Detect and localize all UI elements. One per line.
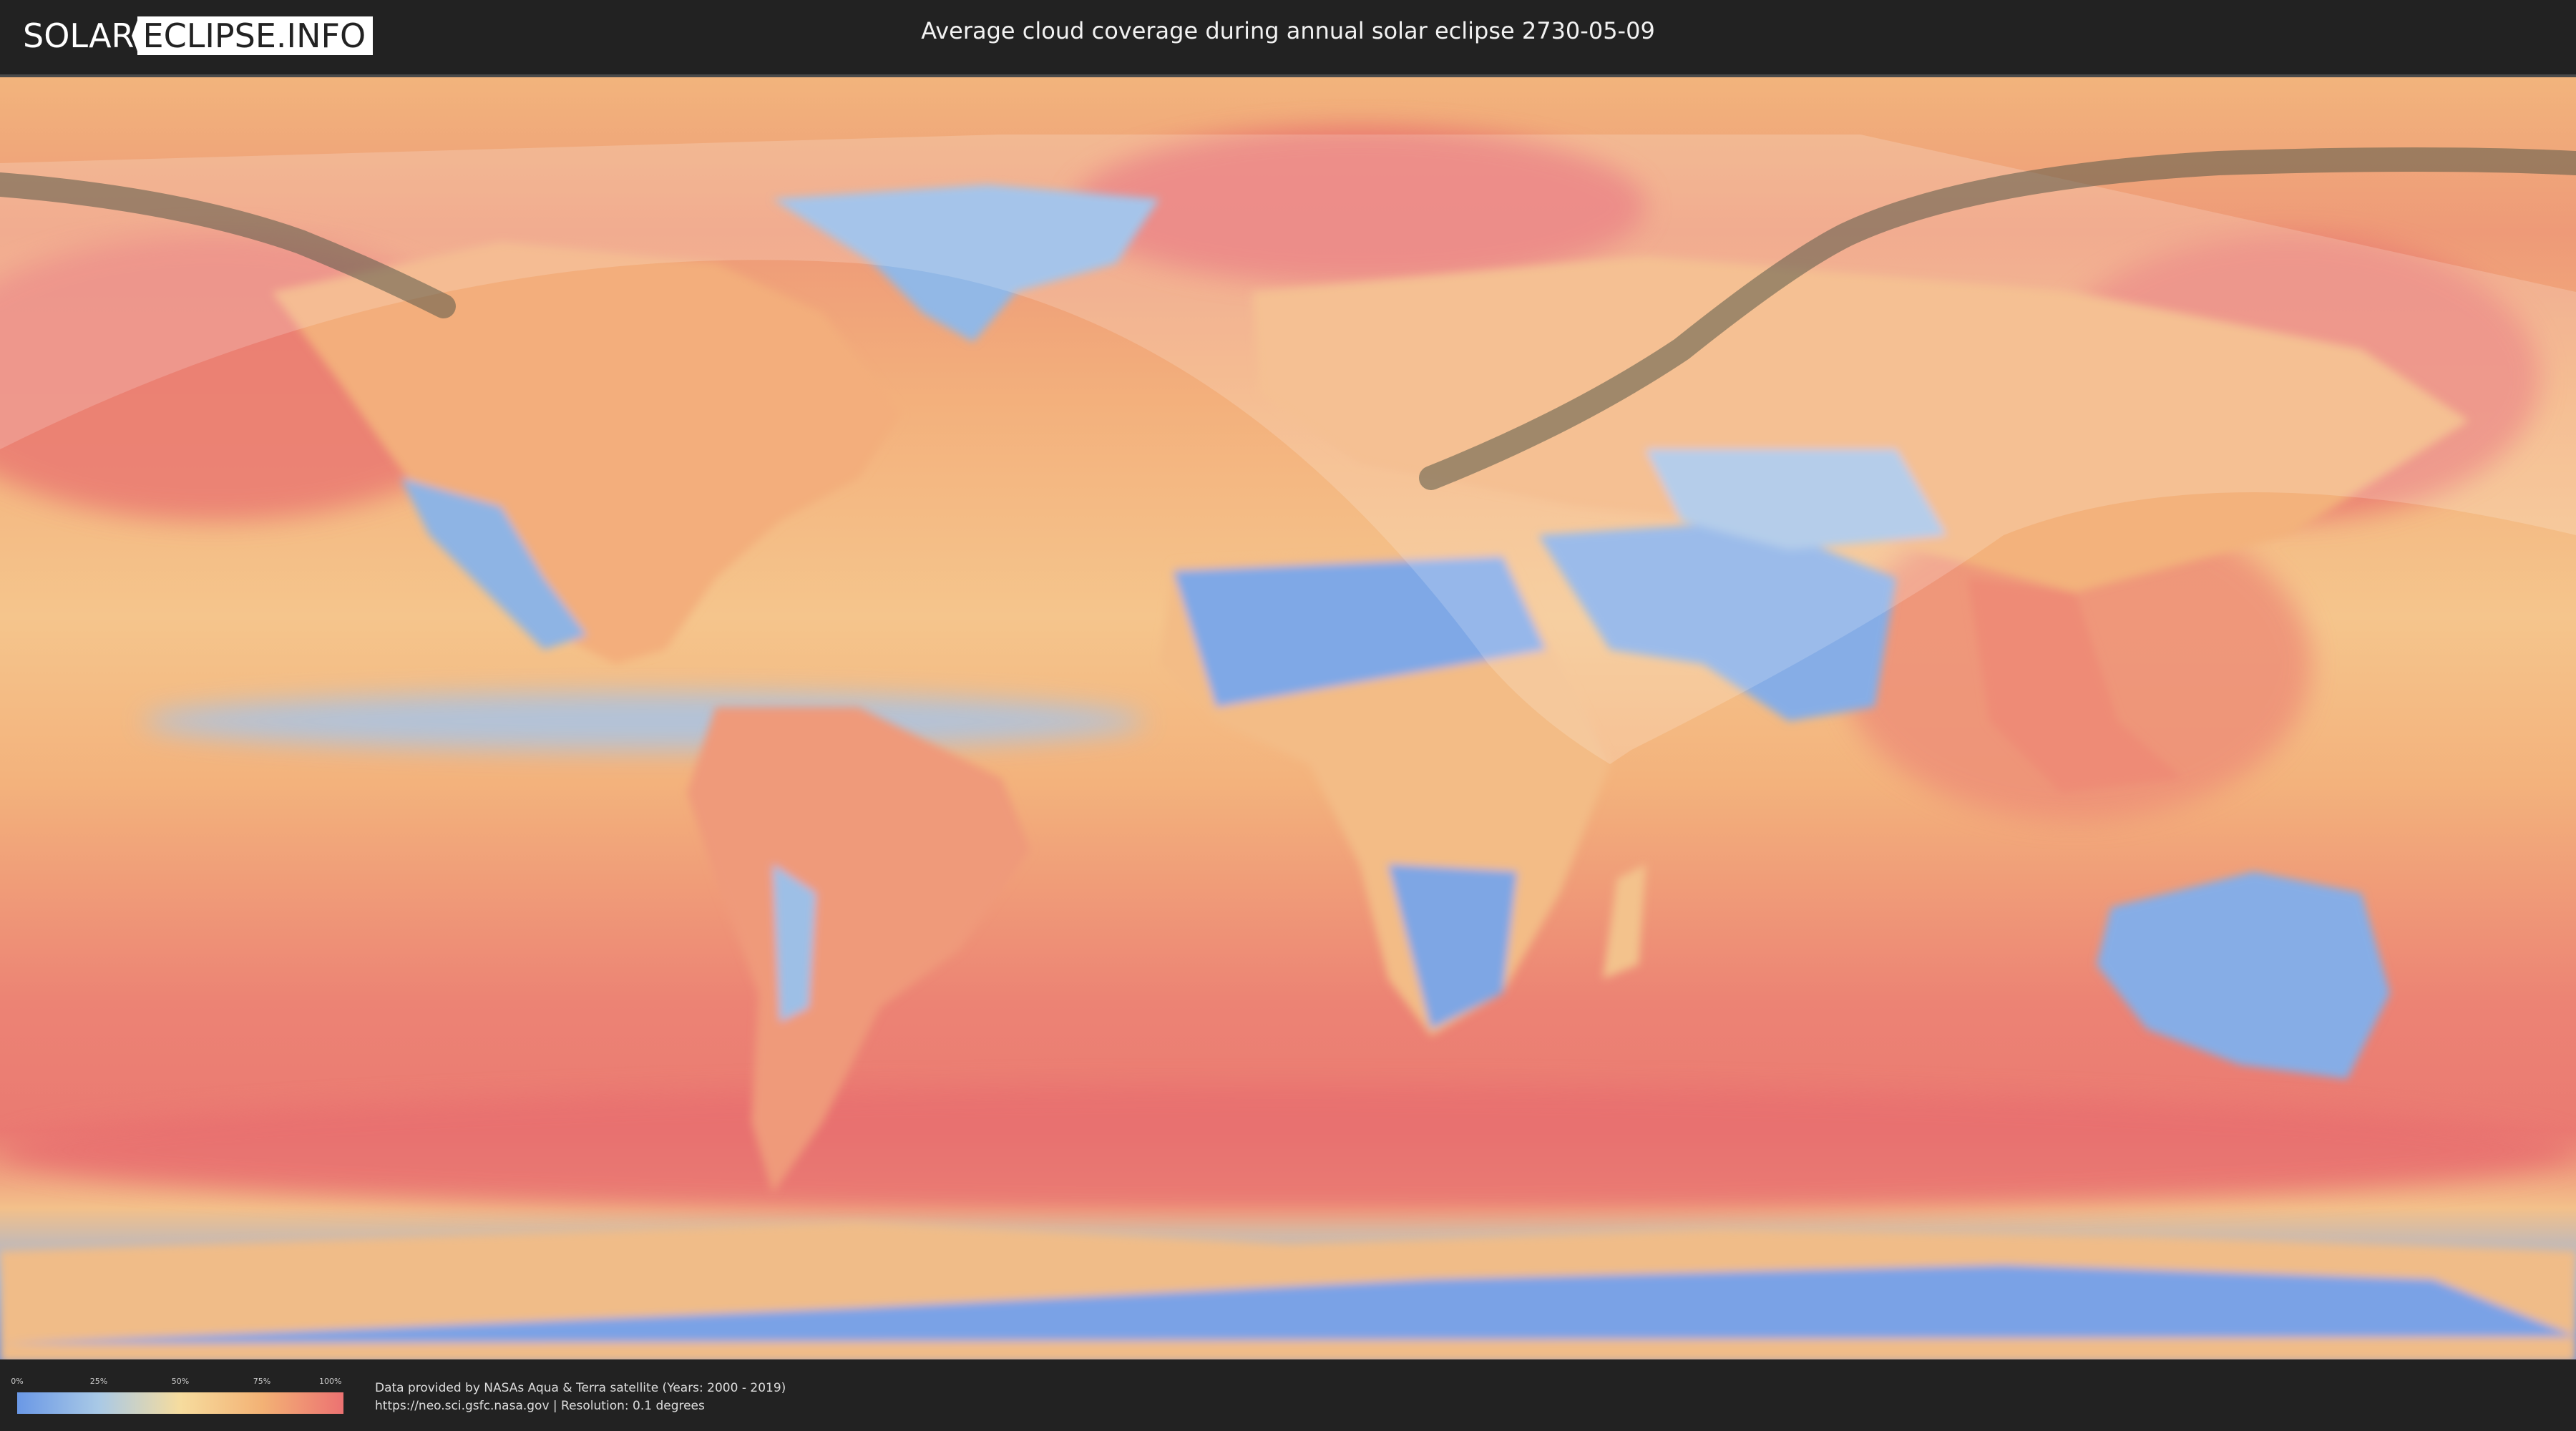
- data-attribution: Data provided by NASAs Aqua & Terra sate…: [375, 1379, 786, 1415]
- header: SOLAR ECLIPSE.INFO Average cloud coverag…: [0, 0, 2576, 72]
- legend-tick-75: 75%: [253, 1377, 271, 1386]
- map-canvas: [0, 77, 2576, 1362]
- cloud-coverage-map[interactable]: [0, 74, 2576, 1362]
- attribution-line-2: https://neo.sci.gsfc.nasa.gov | Resoluti…: [375, 1399, 705, 1413]
- legend-tick-0: 0%: [11, 1377, 24, 1386]
- legend-tick-25: 25%: [89, 1377, 108, 1386]
- page-title: Average cloud coverage during annual sol…: [921, 17, 1655, 44]
- cloud-coverage-legend: 0% 25% 50% 75% 100%: [11, 1377, 343, 1414]
- footer: 0% 25% 50% 75% 100% Data provided by NAS…: [0, 1359, 2576, 1431]
- attribution-line-1: Data provided by NASAs Aqua & Terra sate…: [375, 1381, 786, 1395]
- legend-tick-100: 100%: [319, 1377, 342, 1386]
- legend-color-bar: [17, 1392, 343, 1414]
- legend-ticks: 0% 25% 50% 75% 100%: [11, 1377, 343, 1391]
- legend-tick-50: 50%: [171, 1377, 190, 1386]
